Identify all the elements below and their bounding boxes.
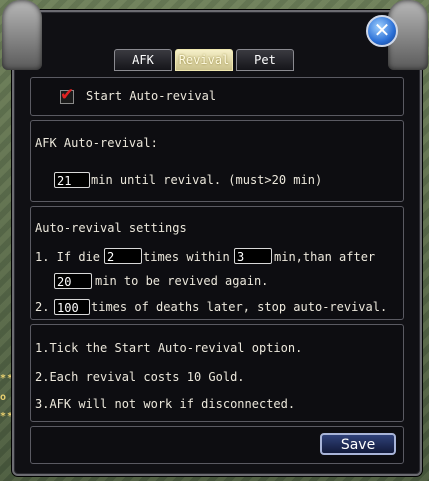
afk-section-title: AFK Auto-revival: [35,136,158,150]
settings-line1-prefix: 1. If die [35,250,101,264]
note-item: 1.Tick the Start Auto-revival option. [35,341,303,355]
tab-revival[interactable]: Revival [175,49,233,71]
settings-section-title: Auto-revival settings [35,221,187,235]
gargoyle-ornament-left [2,0,42,70]
die-times-input[interactable]: 2 [104,248,142,264]
close-button[interactable]: ✕ [366,15,398,47]
close-icon: ✕ [373,18,391,42]
start-auto-revival-label: Start Auto-revival [86,89,217,103]
deaths-count-input[interactable]: 100 [54,299,90,315]
note-item: 3.AFK will not work if disconnected. [35,397,296,411]
save-button[interactable]: Save [320,433,396,455]
tab-afk[interactable]: AFK [114,49,172,71]
after-minutes-input[interactable]: 20 [54,273,92,289]
start-auto-revival-checkbox[interactable]: ✔ [60,85,74,105]
checkmark-icon: ✔ [60,85,75,105]
note-item: 2.Each revival costs 10 Gold. [35,370,245,384]
settings-line3-suffix: times of deaths later, stop auto-revival… [91,300,388,314]
tab-pet[interactable]: Pet [236,49,294,71]
settings-line3-prefix: 2. [35,300,50,314]
afk-minutes-input[interactable]: 21 [54,172,90,188]
within-minutes-input[interactable]: 3 [234,248,272,264]
settings-line2-suffix: min to be revived again. [95,274,269,288]
settings-line1-mid: times within [143,250,230,264]
afk-auto-revival-panel [30,120,404,202]
afk-minutes-suffix: min until revival. (must>20 min) [91,173,323,187]
settings-line1-suffix: min,than after [274,250,376,264]
